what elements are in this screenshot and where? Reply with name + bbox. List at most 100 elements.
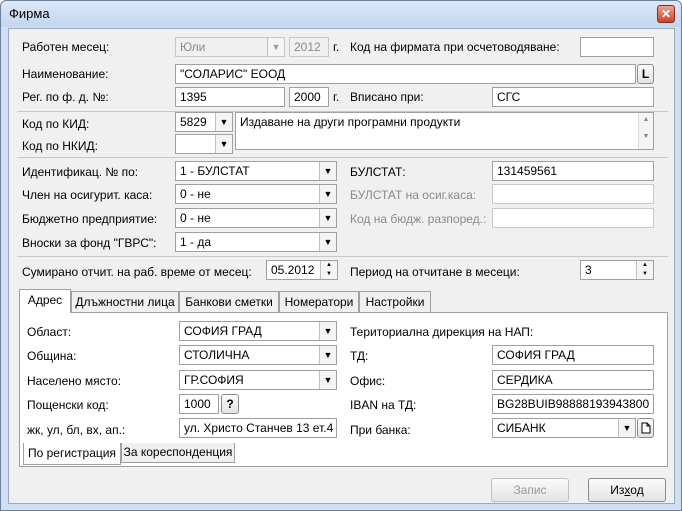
- work-year-input[interactable]: 2012: [289, 37, 329, 57]
- budget-code-label: Код на бюдж. разпоред.:: [350, 212, 487, 226]
- scroll-up-icon[interactable]: ▲: [639, 113, 653, 127]
- fund-bulstat-label: БУЛСТАТ на осиг.каса:: [350, 188, 477, 202]
- spin-down-icon[interactable]: ▼: [637, 270, 653, 279]
- chevron-down-icon[interactable]: ▼: [319, 209, 336, 227]
- bulstat-label: БУЛСТАТ:: [350, 165, 406, 179]
- spin-down-icon[interactable]: ▼: [321, 270, 337, 279]
- region-label: Област:: [27, 325, 72, 339]
- company-name-input[interactable]: "СОЛАРИС" ЕООД: [175, 64, 636, 84]
- budget-code-input[interactable]: [492, 208, 654, 228]
- summed-time-spinner[interactable]: ▲ ▼: [320, 261, 337, 279]
- registration-year-input[interactable]: 2000: [289, 87, 329, 107]
- spin-up-icon[interactable]: ▲: [637, 261, 653, 270]
- kid-select[interactable]: 5829 ▼: [175, 112, 233, 132]
- tab-numerators[interactable]: Номератори: [279, 291, 359, 313]
- region-select[interactable]: СОФИЯ ГРАД ▼: [179, 321, 337, 341]
- title-bar[interactable]: Фирма ✕: [1, 1, 681, 27]
- separator: [17, 256, 668, 257]
- subtab-correspondence[interactable]: За кореспонденция: [121, 443, 235, 463]
- gvrs-label: Вноски за фонд "ГВРС":: [22, 236, 157, 250]
- insurance-fund-label: Член на осигурит. каса:: [22, 188, 153, 202]
- nap-directorate-label: Териториална дирекция на НАП:: [350, 325, 534, 339]
- tab-bank-accounts[interactable]: Банкови сметки: [179, 291, 279, 313]
- separator: [17, 157, 668, 158]
- chevron-down-icon[interactable]: ▼: [319, 162, 336, 180]
- bank-label: При банка:: [350, 423, 411, 437]
- period-value: 3: [585, 263, 592, 277]
- place-value: ГР.СОФИЯ: [184, 373, 244, 387]
- period-input[interactable]: 3 ▲ ▼: [580, 260, 654, 280]
- company-window: Фирма ✕ Работен месец: Юли ▼ 2012 г. Код…: [0, 0, 682, 511]
- chevron-down-icon[interactable]: ▼: [215, 113, 232, 131]
- kid-label: Код по КИД:: [22, 117, 90, 131]
- insurance-fund-select[interactable]: 0 - не ▼: [175, 184, 337, 204]
- exit-label-end: од: [630, 483, 644, 497]
- exit-label-start: Из: [610, 483, 625, 497]
- work-month-select[interactable]: Юли ▼: [175, 37, 285, 57]
- chevron-down-icon[interactable]: ▼: [319, 371, 336, 389]
- period-label: Период на отчитане в месеци:: [350, 265, 520, 279]
- registration-year-suffix: г.: [333, 90, 340, 104]
- chevron-down-icon[interactable]: ▼: [319, 233, 336, 251]
- chevron-down-icon[interactable]: ▼: [319, 346, 336, 364]
- summed-time-input[interactable]: 05.2012 ▲ ▼: [266, 260, 338, 280]
- form-body: Работен месец: Юли ▼ 2012 г. Код на фирм…: [8, 28, 675, 504]
- identification-label: Идентификац. № по:: [22, 165, 139, 179]
- registration-label: Рег. по ф. д. №:: [22, 90, 109, 104]
- chevron-down-icon[interactable]: ▼: [319, 185, 336, 203]
- postcode-input[interactable]: 1000: [179, 394, 219, 414]
- bulstat-input[interactable]: 131459561: [492, 161, 654, 181]
- chevron-down-icon[interactable]: ▼: [319, 322, 336, 340]
- work-month-value: Юли: [180, 40, 206, 54]
- tab-address[interactable]: Адрес: [19, 289, 71, 313]
- bank-select[interactable]: СИБАНК ▼: [492, 418, 636, 438]
- iban-input[interactable]: BG28BUIB98888193943800: [492, 394, 654, 414]
- period-spinner[interactable]: ▲ ▼: [636, 261, 653, 279]
- fund-bulstat-input[interactable]: [492, 184, 654, 204]
- chevron-down-icon[interactable]: ▼: [215, 135, 232, 153]
- street-label: жк, ул, бл, вх, ап.:: [27, 423, 126, 437]
- kid-value: 5829: [180, 115, 207, 129]
- postcode-help-button[interactable]: ?: [221, 394, 239, 414]
- entered-at-input[interactable]: СГС: [492, 87, 654, 107]
- accounting-code-input[interactable]: [580, 37, 654, 57]
- registration-number-input[interactable]: 1395: [175, 87, 285, 107]
- budget-select[interactable]: 0 - не ▼: [175, 208, 337, 228]
- document-icon[interactable]: [637, 418, 654, 438]
- activity-memo[interactable]: Издаване на други програмни продукти ▲ ▼: [235, 112, 654, 150]
- gvrs-select[interactable]: 1 - да ▼: [175, 232, 337, 252]
- accounting-code-label: Код на фирмата при осчетоводяване:: [350, 40, 560, 54]
- municipality-label: Община:: [27, 349, 77, 363]
- office-label: Офис:: [350, 374, 386, 388]
- municipality-select[interactable]: СТОЛИЧНА ▼: [179, 345, 337, 365]
- postcode-label: Пощенски код:: [27, 398, 109, 412]
- scroll-down-icon[interactable]: ▼: [639, 127, 653, 147]
- street-input[interactable]: ул. Христо Станчев 13 ет.4 ап.: [179, 418, 337, 438]
- region-value: СОФИЯ ГРАД: [184, 324, 262, 338]
- place-select[interactable]: ГР.СОФИЯ ▼: [179, 370, 337, 390]
- work-month-label: Работен месец:: [22, 40, 110, 54]
- summed-time-value: 05.2012: [271, 263, 315, 277]
- budget-value: 0 - не: [180, 211, 211, 225]
- place-label: Населено място:: [27, 374, 122, 388]
- nkid-select[interactable]: ▼: [175, 134, 233, 154]
- close-button[interactable]: ✕: [657, 5, 675, 23]
- bank-value: СИБАНК: [497, 421, 546, 435]
- tab-settings[interactable]: Настройки: [359, 291, 431, 313]
- municipality-value: СТОЛИЧНА: [184, 348, 250, 362]
- exit-button[interactable]: Изход: [588, 478, 666, 502]
- chevron-down-icon[interactable]: ▼: [618, 419, 635, 437]
- name-label: Наименование:: [22, 67, 109, 81]
- identification-select[interactable]: 1 - БУЛСТАТ ▼: [175, 161, 337, 181]
- chevron-down-icon[interactable]: ▼: [267, 38, 284, 56]
- td-input[interactable]: СОФИЯ ГРАД: [492, 345, 654, 365]
- gvrs-value: 1 - да: [180, 235, 212, 249]
- subtab-registration[interactable]: По регистрация: [23, 443, 121, 465]
- save-button[interactable]: Запис: [491, 478, 569, 502]
- tab-officials[interactable]: Длъжностни лица: [71, 291, 179, 313]
- memo-scrollbar[interactable]: ▲ ▼: [638, 113, 653, 149]
- office-input[interactable]: СЕРДИКА: [492, 370, 654, 390]
- spin-up-icon[interactable]: ▲: [321, 261, 337, 270]
- iban-label: IBAN на ТД:: [350, 398, 417, 412]
- name-lookup-button[interactable]: L: [637, 64, 654, 84]
